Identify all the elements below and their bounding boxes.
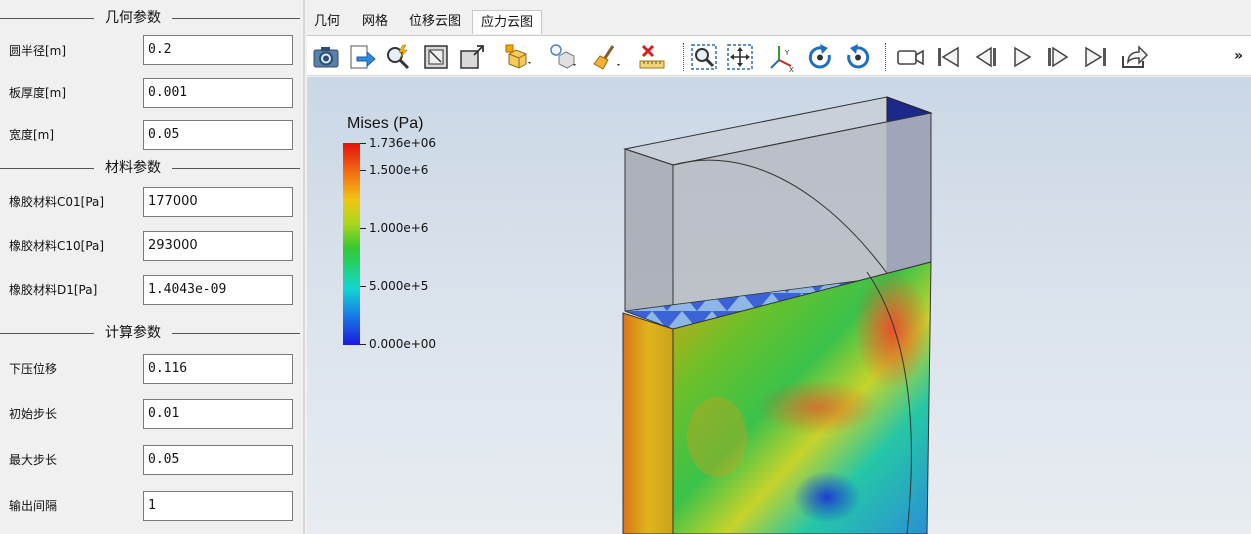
- divider: [0, 168, 94, 169]
- width-input[interactable]: 0.05: [143, 120, 293, 150]
- section-compute-header: 计算参数: [0, 323, 300, 343]
- radius-label: 圆半径[m]: [9, 44, 67, 58]
- svg-text:X: X: [789, 66, 794, 72]
- rotate-cw-icon[interactable]: [805, 42, 835, 72]
- section-title: 几何参数: [105, 10, 161, 26]
- tab-mesh[interactable]: 网格: [355, 10, 395, 34]
- section-geometry-header: 几何参数: [0, 8, 300, 28]
- clean-brush-icon[interactable]: [591, 42, 621, 72]
- camera-icon[interactable]: [311, 42, 341, 72]
- rotate-ccw-icon[interactable]: [843, 42, 873, 72]
- plate-thickness-input[interactable]: 0.001: [143, 78, 293, 108]
- measure-ruler-icon[interactable]: [637, 42, 667, 72]
- view-corner-icon[interactable]: [457, 42, 487, 72]
- radius-input[interactable]: 0.2: [143, 35, 293, 65]
- parameter-panel: 几何参数 圆半径[m] 0.2 板厚度[m] 0.001 宽度[m] 0.05 …: [0, 0, 303, 534]
- section-title: 材料参数: [105, 160, 161, 176]
- toolbar-overflow-button[interactable]: »: [1234, 48, 1243, 64]
- rubber-c10-label: 橡胶材料C10[Pa]: [9, 239, 105, 253]
- section-title: 计算参数: [105, 325, 161, 341]
- toolbar-separator: [683, 43, 684, 71]
- svg-text:Y: Y: [784, 49, 790, 57]
- divider: [172, 18, 300, 19]
- output-interval-input[interactable]: 1: [143, 491, 293, 521]
- panel-splitter[interactable]: [303, 0, 305, 534]
- legend-tick: [360, 228, 366, 229]
- axes-icon[interactable]: YX: [767, 42, 797, 74]
- tab-geometry[interactable]: 几何: [309, 10, 345, 34]
- app-window: 几何参数 圆半径[m] 0.2 板厚度[m] 0.001 宽度[m] 0.05 …: [0, 0, 1251, 534]
- rubber-d1-input[interactable]: 1.4043e-09: [143, 275, 293, 305]
- legend-tick: [360, 344, 366, 345]
- 3d-viewport[interactable]: Mises (Pa) 1.736e+06 1.500e+6 1.000e+6 5…: [307, 77, 1251, 534]
- legend-label: 1.000e+6: [369, 221, 429, 235]
- viewer-toolbar: YX »: [307, 35, 1251, 76]
- pan-icon[interactable]: [725, 42, 755, 72]
- initial-step-input[interactable]: 0.01: [143, 399, 293, 429]
- fit-box-icon[interactable]: [421, 42, 451, 72]
- last-frame-icon[interactable]: [1081, 42, 1111, 72]
- first-frame-icon[interactable]: [933, 42, 963, 72]
- legend-label-max: 1.736e+06: [369, 136, 437, 150]
- divider: [0, 333, 94, 334]
- toolbar-separator: [885, 43, 886, 71]
- light-bulb-icon[interactable]: [547, 42, 577, 72]
- export-icon[interactable]: [347, 42, 377, 72]
- legend-label-min: 0.000e+00: [369, 337, 437, 351]
- rubber-c01-label: 橡胶材料C01[Pa]: [9, 195, 105, 209]
- divider: [172, 168, 300, 169]
- plate-thickness-label: 板厚度[m]: [9, 86, 67, 100]
- legend-title: Mises (Pa): [347, 115, 424, 132]
- section-material-header: 材料参数: [0, 158, 300, 178]
- next-frame-icon[interactable]: [1043, 42, 1073, 72]
- max-step-label: 最大步长: [9, 453, 58, 467]
- output-interval-label: 输出间隔: [9, 499, 58, 513]
- stress-contour-model: [622, 96, 933, 534]
- press-displacement-label: 下压位移: [9, 362, 58, 376]
- divider: [172, 333, 300, 334]
- prev-frame-icon[interactable]: [971, 42, 1001, 72]
- rubber-d1-label: 橡胶材料D1[Pa]: [9, 283, 98, 297]
- press-displacement-input[interactable]: 0.116: [143, 354, 293, 384]
- display-mode-icon[interactable]: [503, 42, 533, 72]
- zoom-window-icon[interactable]: [689, 42, 719, 72]
- tab-stress-contour[interactable]: 应力云图: [472, 10, 542, 34]
- tab-bar: 几何 网格 位移云图 应力云图: [305, 10, 1251, 34]
- width-label: 宽度[m]: [9, 128, 55, 142]
- rubber-c10-input[interactable]: 293000: [143, 231, 293, 261]
- tab-displacement-contour[interactable]: 位移云图: [403, 10, 467, 34]
- initial-step-label: 初始步长: [9, 407, 58, 421]
- share-export-icon[interactable]: [1119, 42, 1149, 72]
- play-icon[interactable]: [1007, 42, 1037, 72]
- legend-tick: [360, 143, 366, 144]
- pick-icon[interactable]: [383, 42, 413, 72]
- record-video-icon[interactable]: [895, 42, 925, 72]
- legend-tick: [360, 170, 366, 171]
- legend-label: 5.000e+5: [369, 279, 429, 293]
- legend-label: 1.500e+6: [369, 163, 429, 177]
- rubber-c01-input[interactable]: 177000: [143, 187, 293, 217]
- legend-tick: [360, 286, 366, 287]
- legend-color-bar: [343, 143, 360, 345]
- divider: [0, 18, 94, 19]
- max-step-input[interactable]: 0.05: [143, 445, 293, 475]
